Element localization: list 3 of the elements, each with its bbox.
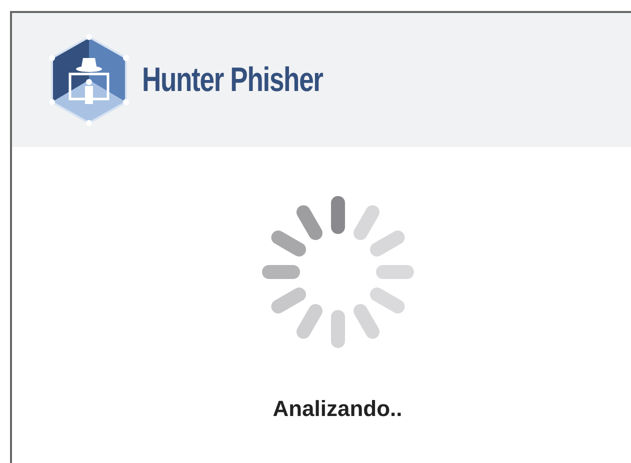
app-title: Hunter Phisher — [142, 60, 323, 100]
logo-icon — [46, 34, 132, 126]
status-message: Analizando.. — [272, 395, 402, 423]
